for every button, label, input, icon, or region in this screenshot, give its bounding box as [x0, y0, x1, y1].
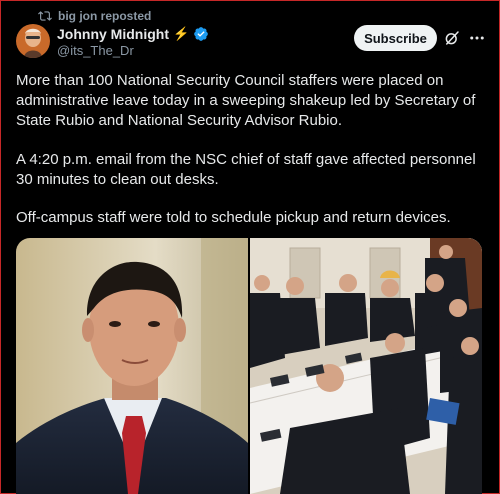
repost-text: big jon reposted	[58, 9, 152, 23]
repost-icon	[38, 11, 52, 21]
avatar[interactable]	[16, 24, 50, 58]
repost-indicator[interactable]: big jon reposted	[38, 8, 151, 24]
post-paragraph-3: Off-campus staff were told to schedule p…	[16, 209, 451, 226]
media-image-meeting[interactable]	[250, 238, 482, 494]
author-name-row[interactable]: Johnny Midnight ⚡	[57, 26, 209, 42]
grok-icon[interactable]	[443, 29, 461, 47]
author-name[interactable]: Johnny Midnight	[57, 26, 169, 42]
post-paragraph-1: More than 100 National Security Council …	[16, 72, 476, 129]
post-paragraph-2: A 4:20 p.m. email from the NSC chief of …	[16, 151, 476, 188]
media-image-portrait[interactable]	[16, 238, 248, 494]
more-options-icon[interactable]	[468, 29, 486, 47]
media-grid	[16, 238, 482, 494]
verified-badge-icon	[194, 27, 209, 41]
author-emoji: ⚡	[172, 26, 190, 41]
author-handle[interactable]: @its_The_Dr	[57, 43, 134, 58]
subscribe-button[interactable]: Subscribe	[354, 25, 437, 51]
